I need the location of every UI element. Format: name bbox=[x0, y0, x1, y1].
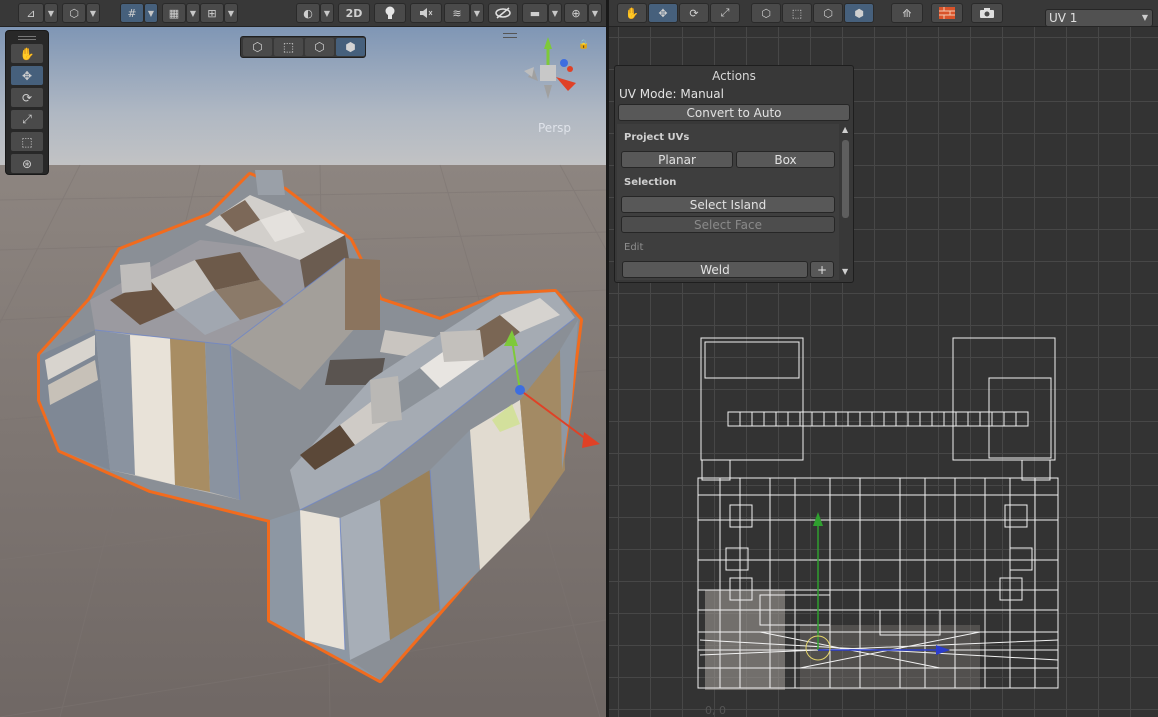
actions-scroll-area: Project UVs Planar Box Selection Select … bbox=[617, 124, 839, 280]
rect-tool[interactable]: ⬚ bbox=[11, 132, 43, 151]
chevron-down-icon[interactable]: ▼ bbox=[186, 3, 200, 23]
speaker-icon bbox=[420, 8, 433, 18]
chevron-down-icon[interactable]: ▼ bbox=[144, 3, 158, 23]
chevron-down-icon: ▼ bbox=[1141, 13, 1148, 22]
hidden-objects-icon[interactable] bbox=[488, 3, 518, 23]
uv-rotate-tool[interactable]: ⟳ bbox=[679, 3, 709, 23]
select-face-button[interactable]: Select Face bbox=[621, 216, 835, 233]
move-tool[interactable]: ✥ bbox=[11, 66, 43, 85]
actions-panel: Actions UV Mode: Manual Convert to Auto … bbox=[614, 65, 854, 283]
projection-label[interactable]: Persp bbox=[538, 121, 571, 135]
chevron-down-icon[interactable]: ▼ bbox=[588, 3, 602, 23]
brick-texture-icon bbox=[939, 7, 955, 19]
texture-preview-icon[interactable] bbox=[931, 3, 963, 23]
object-select-icon[interactable]: ⬡ bbox=[243, 38, 272, 56]
chevron-down-icon[interactable]: ▼ bbox=[44, 3, 58, 23]
convert-to-auto-button[interactable]: Convert to Auto bbox=[618, 104, 850, 121]
ruler-icon[interactable]: ⊞ bbox=[200, 3, 224, 23]
uv-hand-tool[interactable]: ✋ bbox=[617, 3, 647, 23]
edge-select-icon[interactable]: ⬡ bbox=[305, 38, 334, 56]
vertex-select-icon[interactable]: ⬚ bbox=[274, 38, 303, 56]
hand-tool[interactable]: ✋ bbox=[11, 44, 43, 63]
lighting-icon[interactable] bbox=[374, 3, 406, 23]
chevron-down-icon[interactable]: ▼ bbox=[470, 3, 484, 23]
chevron-down-icon[interactable]: ▼ bbox=[224, 3, 238, 23]
grid-snap-icon[interactable]: # bbox=[120, 3, 144, 23]
grid-icon[interactable]: ▦ bbox=[162, 3, 186, 23]
face-select-icon[interactable]: ⬢ bbox=[336, 38, 365, 56]
orientation-gizmo[interactable] bbox=[520, 37, 584, 107]
camera-icon bbox=[980, 8, 994, 18]
scene-viewport[interactable] bbox=[0, 27, 606, 717]
project-uvs-heading: Project UVs bbox=[624, 132, 690, 143]
uv-channel-select[interactable]: UV 1 ▼ bbox=[1045, 9, 1153, 27]
planar-button[interactable]: Planar bbox=[621, 151, 733, 168]
chevron-down-icon[interactable]: ▼ bbox=[86, 3, 100, 23]
select-mode-overlay: ⬡ ⬚ ⬡ ⬢ bbox=[240, 36, 366, 58]
chevron-down-icon[interactable]: ▼ bbox=[320, 3, 334, 23]
box-button[interactable]: Box bbox=[736, 151, 835, 168]
scroll-down-icon[interactable]: ▼ bbox=[842, 267, 848, 276]
uv-scale-tool[interactable]: ⤢ bbox=[710, 3, 740, 23]
scale-tool[interactable]: ⤢ bbox=[11, 110, 43, 129]
uv-channel-value: UV 1 bbox=[1049, 11, 1078, 25]
weld-button[interactable]: Weld bbox=[622, 261, 808, 278]
scene-view[interactable]: ✋ ✥ ⟳ ⤢ ⬚ ⊛ ⬡ ⬚ ⬡ ⬢ 🔒 Persp bbox=[0, 27, 606, 717]
gizmos-icon[interactable]: ⊕ bbox=[564, 3, 588, 23]
lightmap-uv-icon[interactable]: ⟰ bbox=[891, 3, 923, 23]
rotate-tool[interactable]: ⟳ bbox=[11, 88, 43, 107]
chevron-down-icon[interactable]: ▼ bbox=[548, 3, 562, 23]
light-bulb-icon bbox=[385, 6, 395, 19]
uv-object-select-icon[interactable]: ⬡ bbox=[751, 3, 781, 23]
overlay-handle[interactable] bbox=[18, 36, 36, 40]
uv-face-select-icon[interactable]: ⬢ bbox=[844, 3, 874, 23]
uv-move-tool[interactable]: ✥ bbox=[648, 3, 678, 23]
uv-origin-label: 0, 0 bbox=[705, 704, 726, 717]
eye-slash-icon bbox=[495, 7, 511, 19]
uv-edge-select-icon[interactable]: ⬡ bbox=[813, 3, 843, 23]
actions-title: Actions bbox=[712, 69, 756, 83]
audio-mute-icon[interactable] bbox=[410, 3, 442, 23]
screenshot-icon[interactable] bbox=[971, 3, 1003, 23]
effects-icon[interactable]: ≋ bbox=[444, 3, 470, 23]
scene-tools-overlay: ✋ ✥ ⟳ ⤢ ⬚ ⊛ bbox=[5, 30, 49, 175]
scroll-thumb[interactable] bbox=[842, 140, 849, 218]
uv-mode-label: UV Mode: Manual bbox=[619, 87, 724, 101]
camera-icon[interactable]: ▬ bbox=[522, 3, 548, 23]
uv-toolbar: ✋ ✥ ⟳ ⤢ ⬡ ⬚ ⬡ ⬢ ⟰ UV 1 ▼ bbox=[609, 0, 1158, 27]
scroll-up-icon[interactable]: ▲ bbox=[842, 125, 848, 134]
actions-scrollbar[interactable]: ▲ ▼ bbox=[840, 124, 852, 280]
render-mode-icon[interactable]: ⬡ bbox=[62, 3, 86, 23]
select-island-button[interactable]: Select Island bbox=[621, 196, 835, 213]
transform-tool[interactable]: ⊛ bbox=[11, 154, 43, 173]
edit-heading: Edit bbox=[624, 242, 644, 253]
selection-heading: Selection bbox=[624, 177, 677, 188]
draw-mode-icon[interactable]: ⊿ bbox=[18, 3, 44, 23]
2d-toggle[interactable]: 2D bbox=[338, 3, 370, 23]
uv-vertex-select-icon[interactable]: ⬚ bbox=[782, 3, 812, 23]
weld-options-button[interactable]: + bbox=[810, 261, 834, 278]
hamburger-icon[interactable] bbox=[503, 33, 517, 38]
scene-toolbar: ⊿ ▼ ⬡ ▼ # ▼ ▦ ▼ ⊞ ▼ ◐ ▼ 2D ≋ ▼ ▬ ▼ ⊕ ▼ bbox=[0, 0, 606, 27]
shading-icon[interactable]: ◐ bbox=[296, 3, 320, 23]
